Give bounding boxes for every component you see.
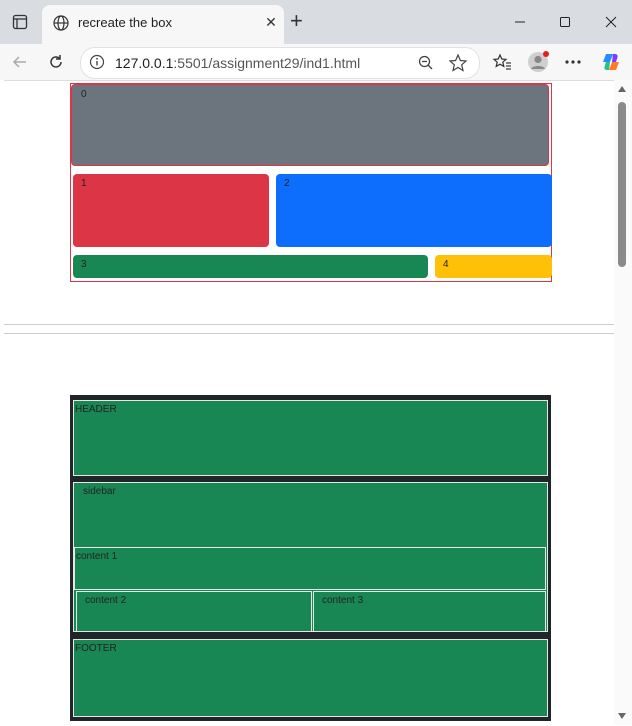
favorites-icon[interactable]	[488, 48, 516, 76]
content-2-label: content 2	[85, 595, 127, 606]
favorite-star-icon[interactable]	[448, 53, 468, 78]
address-bar[interactable]: 127.0.0.1:5501/assignment29/ind1.html	[80, 47, 480, 79]
header-label: HEADER	[75, 404, 117, 415]
tab-actions-icon[interactable]	[8, 10, 32, 34]
footer-block: FOOTER	[73, 639, 548, 717]
box-2-label: 2	[284, 178, 290, 189]
close-tab-icon[interactable]: ✕	[262, 14, 280, 31]
url-path: :5501/assignment29/ind1.html	[173, 55, 361, 71]
box-1: 1	[73, 174, 269, 247]
box-0: 0	[71, 84, 549, 166]
url-host: 127.0.0.1	[115, 55, 174, 71]
content-3-block: content 3	[313, 591, 546, 632]
box-0-label: 0	[81, 89, 87, 100]
horizontal-rule	[4, 324, 614, 334]
content-1-block: content 1	[74, 547, 546, 590]
browser-tab[interactable]: recreate the box ✕	[42, 5, 284, 44]
box-4: 4	[435, 255, 552, 278]
grid-layout-container: HEADER sidebar content 1 content 2 conte…	[70, 395, 551, 721]
site-info-icon[interactable]	[89, 54, 105, 75]
box-3: 3	[73, 255, 428, 278]
footer-label: FOOTER	[75, 643, 117, 654]
scroll-up-icon[interactable]	[618, 86, 626, 92]
scrollbar-thumb[interactable]	[618, 102, 626, 267]
profile-avatar[interactable]	[524, 48, 552, 76]
close-window-button[interactable]	[596, 10, 626, 34]
more-menu-icon[interactable]	[559, 48, 587, 76]
scroll-down-icon[interactable]	[618, 713, 626, 719]
zoom-out-icon[interactable]	[417, 54, 435, 77]
tab-bar: recreate the box ✕ +	[0, 0, 632, 44]
content-3-label: content 3	[322, 595, 364, 606]
vertical-scrollbar[interactable]	[614, 80, 632, 725]
maximize-button[interactable]	[550, 10, 580, 34]
globe-icon	[52, 14, 70, 32]
box-3-label: 3	[81, 259, 87, 270]
sidebar-label: sidebar	[83, 486, 116, 497]
copilot-icon[interactable]	[597, 48, 625, 76]
content-2-block: content 2	[76, 591, 312, 632]
header-block: HEADER	[73, 400, 548, 476]
box-1-label: 1	[81, 178, 87, 189]
box-4-label: 4	[443, 259, 449, 270]
url-text: 127.0.0.1:5501/assignment29/ind1.html	[115, 55, 360, 71]
page-viewport: 0 1 2 3 4 HEADER sidebar content 1 conte…	[4, 80, 614, 726]
box-2: 2	[276, 174, 552, 247]
content-1-label: content 1	[76, 551, 118, 562]
back-button[interactable]	[6, 48, 34, 76]
new-tab-button[interactable]: +	[290, 10, 303, 32]
browser-toolbar: 127.0.0.1:5501/assignment29/ind1.html	[0, 44, 632, 80]
minimize-button[interactable]	[505, 10, 535, 34]
tab-title: recreate the box	[78, 15, 172, 30]
reload-button[interactable]	[42, 48, 70, 76]
